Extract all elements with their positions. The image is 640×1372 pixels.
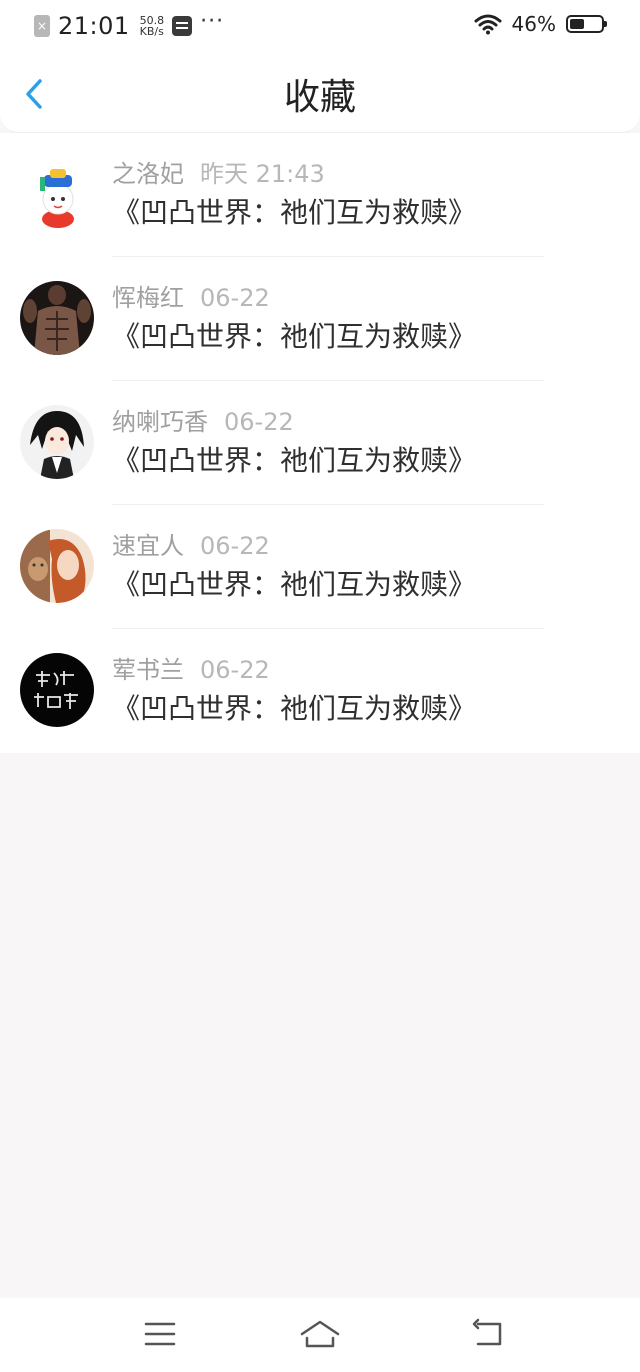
avatar — [20, 653, 94, 727]
item-date: 06-22 — [200, 656, 270, 684]
back-icon — [472, 1318, 502, 1346]
system-nav-bar — [0, 1298, 640, 1372]
battery-fill — [570, 19, 584, 29]
avatar — [20, 157, 94, 231]
list-item[interactable]: 荤书兰 06-22 《凹凸世界：祂们互为救赎》 — [0, 629, 640, 753]
item-title: 《凹凸世界：祂们互为救赎》 — [112, 692, 477, 725]
avatar — [20, 405, 94, 479]
favorites-screen: × 21:01 50.8 KB/s ··· 46% 收藏 之洛妃 昨天 21:4… — [0, 0, 640, 1372]
avatar-anime-image — [20, 405, 94, 479]
item-author: 恽梅红 — [112, 284, 184, 312]
more-notifications-icon: ··· — [200, 9, 225, 34]
network-speed: 50.8 KB/s — [140, 15, 165, 37]
item-title: 《凹凸世界：祂们互为救赎》 — [112, 444, 477, 477]
status-bar: × 21:01 50.8 KB/s ··· 46% — [0, 0, 640, 52]
message-icon — [172, 16, 193, 36]
back-nav-button[interactable] — [468, 1316, 508, 1352]
header-bar: 收藏 — [0, 52, 640, 133]
network-speed-unit: KB/s — [139, 25, 164, 38]
status-time: 21:01 — [58, 12, 130, 40]
status-right: 46% — [474, 12, 607, 36]
battery-percent: 46% — [511, 12, 556, 36]
item-date: 06-22 — [224, 408, 294, 436]
favorites-list: 之洛妃 昨天 21:43 《凹凸世界：祂们互为救赎》 恽梅红 06-22 《凹凸… — [0, 133, 640, 753]
avatar-portrait-image — [20, 529, 94, 603]
notification-icon: × — [34, 15, 50, 37]
item-author: 之洛妃 — [112, 160, 184, 188]
page-title: 收藏 — [283, 77, 356, 118]
avatar — [20, 529, 94, 603]
list-item[interactable]: 速宜人 06-22 《凹凸世界：祂们互为救赎》 — [0, 505, 640, 629]
battery-icon — [566, 15, 607, 33]
avatar-photo-image — [20, 281, 94, 355]
avatar — [20, 281, 94, 355]
item-date: 06-22 — [200, 284, 270, 312]
item-date: 06-22 — [200, 532, 270, 560]
item-title: 《凹凸世界：祂们互为救赎》 — [112, 320, 477, 353]
home-button[interactable] — [298, 1316, 342, 1352]
status-left: × 21:01 50.8 KB/s ··· — [34, 9, 225, 40]
item-meta: 荤书兰 06-22 — [112, 655, 270, 685]
item-date: 昨天 21:43 — [200, 160, 325, 188]
item-meta: 纳喇巧香 06-22 — [112, 407, 294, 437]
home-icon — [300, 1320, 340, 1348]
item-meta: 速宜人 06-22 — [112, 531, 270, 561]
wifi-icon — [474, 14, 502, 35]
item-meta: 恽梅红 06-22 — [112, 283, 270, 313]
list-item[interactable]: 恽梅红 06-22 《凹凸世界：祂们互为救赎》 — [0, 257, 640, 381]
item-title: 《凹凸世界：祂们互为救赎》 — [112, 196, 477, 229]
item-author: 荤书兰 — [112, 656, 184, 684]
list-item[interactable]: 之洛妃 昨天 21:43 《凹凸世界：祂们互为救赎》 — [0, 133, 640, 257]
item-title: 《凹凸世界：祂们互为救赎》 — [112, 568, 477, 601]
list-item[interactable]: 纳喇巧香 06-22 《凹凸世界：祂们互为救赎》 — [0, 381, 640, 505]
item-author: 纳喇巧香 — [112, 408, 208, 436]
item-author: 速宜人 — [112, 532, 184, 560]
item-meta: 之洛妃 昨天 21:43 — [112, 159, 325, 189]
menu-button[interactable] — [140, 1316, 180, 1352]
menu-icon — [144, 1322, 176, 1346]
avatar-calligraphy-image — [20, 653, 94, 727]
avatar-cartoon-image — [20, 157, 94, 231]
